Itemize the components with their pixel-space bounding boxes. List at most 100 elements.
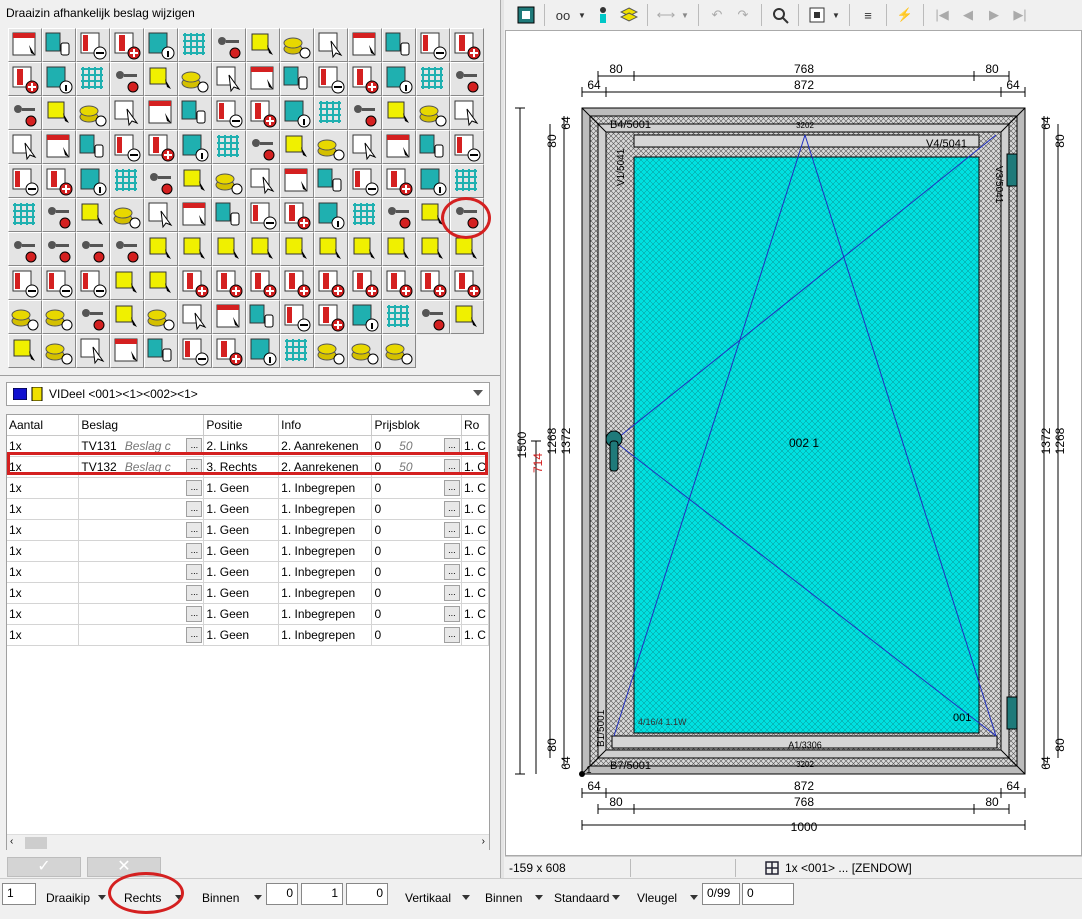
frame-corner-icon[interactable] <box>42 130 76 164</box>
type-dropdown-label[interactable]: Draaikip <box>46 891 90 905</box>
remove-icon[interactable] <box>246 198 280 232</box>
opening2-dropdown-label[interactable]: Binnen <box>485 891 522 905</box>
cell-beslag-td[interactable]: ... <box>78 519 205 541</box>
cell-beslag-td[interactable]: ... <box>78 624 205 646</box>
info-icon[interactable] <box>144 28 178 62</box>
frame-corner-icon[interactable] <box>8 28 42 62</box>
grid-icon[interactable] <box>314 96 348 130</box>
grid-header[interactable]: Beslag <box>78 415 205 436</box>
add-icon[interactable] <box>246 96 280 130</box>
ellipsis-button[interactable]: ... <box>443 605 460 622</box>
cursor-icon[interactable] <box>76 334 110 368</box>
yellow-panel-icon[interactable] <box>110 300 144 334</box>
handle-icon[interactable] <box>382 198 416 232</box>
add-icon[interactable] <box>450 266 484 300</box>
cell-prijsblok-td[interactable]: 0... <box>371 561 462 583</box>
add-icon[interactable] <box>144 130 178 164</box>
coin-stack-icon[interactable] <box>144 300 178 334</box>
check-lightning-icon[interactable]: ⚡ <box>894 4 916 26</box>
cell-ro-td[interactable]: 1. C <box>461 561 489 583</box>
hand-pointer-icon[interactable] <box>178 96 212 130</box>
cell-ro-td[interactable]: 1. C <box>461 477 489 499</box>
cell-ro-td[interactable]: 1. C <box>461 582 489 604</box>
handle-icon[interactable] <box>42 198 76 232</box>
yellow-panel-icon[interactable] <box>416 232 450 266</box>
grid-icon[interactable] <box>8 198 42 232</box>
cell-beslag-td[interactable]: ... <box>78 582 205 604</box>
handle-icon[interactable] <box>8 96 42 130</box>
yellow-panel-icon[interactable] <box>382 96 416 130</box>
ellipsis-button[interactable]: ... <box>186 500 203 517</box>
cell-beslag-td[interactable]: ... <box>78 603 205 625</box>
hand-pointer-icon[interactable] <box>212 198 246 232</box>
ellipsis-button[interactable]: ... <box>186 479 203 496</box>
cell-ro-td[interactable]: 1. C <box>461 540 489 562</box>
cell-aantal-td[interactable]: 1x <box>7 519 80 541</box>
chevron-down-icon[interactable]: ▼ <box>832 11 842 20</box>
grid-header[interactable]: Aantal <box>7 415 80 436</box>
handle-icon[interactable] <box>76 300 110 334</box>
yellow-panel-icon[interactable] <box>110 266 144 300</box>
yellow-panel-icon[interactable] <box>348 232 382 266</box>
yellow-panel-icon[interactable] <box>246 28 280 62</box>
scroll-right-icon[interactable]: › <box>482 836 485 847</box>
chevron-down-icon[interactable] <box>254 895 262 900</box>
layers-icon[interactable] <box>618 4 640 26</box>
handle-icon[interactable] <box>246 130 280 164</box>
cursor-icon[interactable] <box>8 130 42 164</box>
cell-prijsblok-td[interactable]: 0... <box>371 498 462 520</box>
yellow-panel-icon[interactable] <box>314 232 348 266</box>
chevron-down-icon[interactable] <box>690 895 698 900</box>
info-icon[interactable] <box>42 62 76 96</box>
yellow-panel-icon[interactable] <box>144 62 178 96</box>
frame-corner-icon[interactable] <box>348 28 382 62</box>
grid-icon[interactable] <box>178 28 212 62</box>
info-icon[interactable] <box>246 334 280 368</box>
frame-corner-icon[interactable] <box>212 300 246 334</box>
part-selector[interactable]: VIDeel <001><1><002><1> <box>6 382 490 406</box>
hand-pointer-icon[interactable] <box>144 334 178 368</box>
style-dropdown-label[interactable]: Standaard <box>554 891 609 905</box>
cell-beslag-td[interactable]: ... <box>78 540 205 562</box>
drawing-canvas[interactable]: B4/5001 3202 V4/5041 V1/5041 V3/5041 002… <box>505 30 1082 856</box>
hand-pointer-icon[interactable] <box>42 28 76 62</box>
ellipsis-button[interactable]: ... <box>443 584 460 601</box>
remove-icon[interactable] <box>42 266 76 300</box>
info-icon[interactable] <box>416 164 450 198</box>
info-icon[interactable] <box>76 164 110 198</box>
ok-button[interactable]: ✓ <box>7 857 81 877</box>
ellipsis-button[interactable]: ... <box>186 542 203 559</box>
cell-aantal-td[interactable]: 1x <box>7 498 80 520</box>
remove-icon[interactable] <box>8 266 42 300</box>
cursor-icon[interactable] <box>450 96 484 130</box>
info-icon[interactable] <box>280 96 314 130</box>
add-icon[interactable] <box>382 266 416 300</box>
add-icon[interactable] <box>280 198 314 232</box>
yellow-panel-icon[interactable] <box>178 232 212 266</box>
table-row[interactable]: 1x... 1. Geen 1. Inbegrepen 0... 1. C <box>7 519 489 541</box>
undo-icon[interactable]: ↶ <box>706 4 728 26</box>
chevron-down-icon[interactable] <box>535 895 543 900</box>
coin-stack-icon[interactable] <box>314 130 348 164</box>
grid-icon[interactable] <box>450 164 484 198</box>
coin-stack-icon[interactable] <box>348 334 382 368</box>
hand-pointer-icon[interactable] <box>314 164 348 198</box>
frame-corner-icon[interactable] <box>246 62 280 96</box>
view-frame-icon[interactable] <box>515 4 537 26</box>
redo-icon[interactable]: ↷ <box>732 4 754 26</box>
cell-info-td[interactable]: 1. Inbegrepen <box>278 603 373 625</box>
handle-icon[interactable] <box>76 232 110 266</box>
coin-stack-icon[interactable] <box>314 334 348 368</box>
table-row[interactable]: 1x... 1. Geen 1. Inbegrepen 0... 1. C <box>7 582 489 604</box>
cell-positie-td[interactable]: 1. Geen <box>203 603 280 625</box>
remove-icon[interactable] <box>416 28 450 62</box>
cursor-icon[interactable] <box>212 62 246 96</box>
ellipsis-button[interactable]: ... <box>443 563 460 580</box>
coin-stack-icon[interactable] <box>42 300 76 334</box>
table-row[interactable]: 1x... 1. Geen 1. Inbegrepen 0... 1. C <box>7 624 489 646</box>
cell-aantal-td[interactable]: 1x <box>7 624 80 646</box>
table-row[interactable]: 1x... 1. Geen 1. Inbegrepen 0... 1. C <box>7 603 489 625</box>
field-index[interactable]: 1 <box>2 883 36 905</box>
scroll-left-icon[interactable]: ‹ <box>10 836 13 847</box>
cell-ro-td[interactable]: 1. C <box>461 498 489 520</box>
